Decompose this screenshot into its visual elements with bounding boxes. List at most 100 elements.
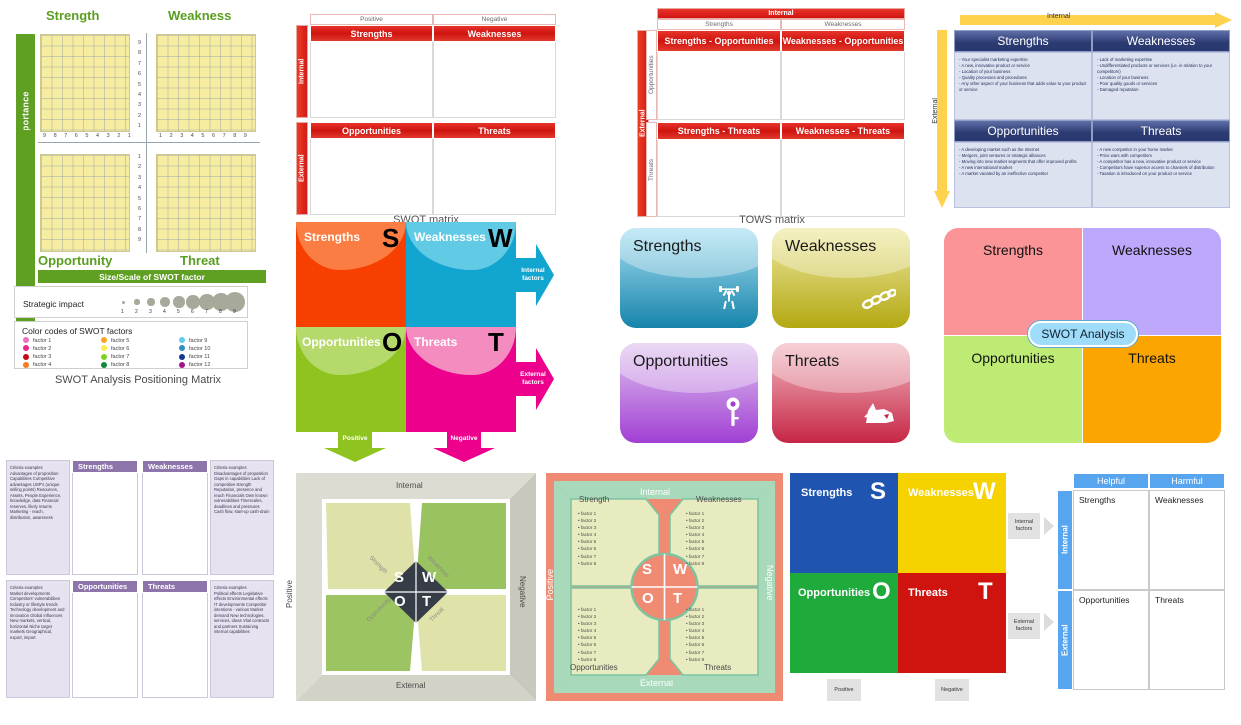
pm-tick: 4	[190, 133, 194, 139]
fw-factors-threats: • factor 1 • factor 2 • factor 3 • factor 4…	[686, 606, 704, 663]
pm-y-axis	[146, 33, 147, 253]
criteria-body-threats[interactable]	[142, 580, 208, 698]
fw-factor-item: • factor 5	[578, 635, 597, 641]
fw-factor-item: • factor 3	[578, 621, 597, 627]
fw-factor-item: • factor 3	[686, 621, 705, 627]
fw-factor-item: • factor 5	[686, 635, 705, 641]
hh-cell-opportunities[interactable]: Opportunities	[1073, 590, 1149, 690]
fw-factor-item: • factor 7	[686, 553, 705, 559]
pastel-quadrant-weaknesses[interactable]: Weaknesses	[1083, 228, 1221, 335]
hh-cell-weaknesses[interactable]: Weaknesses	[1149, 490, 1225, 590]
pastel-label-strengths: Strengths	[983, 242, 1043, 258]
pw-letter-o: O	[394, 593, 406, 610]
fw-edge-negative: Negative	[765, 565, 775, 601]
pm-impact-dot	[173, 296, 185, 308]
pm-tick: 9	[138, 237, 142, 244]
blue-detailed-swot: Internal External Strengths Weaknesses O…	[932, 10, 1232, 210]
as-letter-t: T	[488, 327, 504, 357]
pm-tick: 8	[138, 50, 142, 57]
fw-factor-item: • factor 4	[686, 532, 705, 538]
criteria-opportunities: Criteria examples Market developments Co…	[6, 580, 70, 698]
pm-tick: 5	[85, 133, 89, 139]
pm-impact-dot-label: 5	[177, 309, 180, 315]
pw-letter-t: T	[422, 593, 432, 610]
pm-tick: 6	[138, 71, 142, 78]
arrow-swot-diagram: Strengths S Weaknesses W Opportunities O…	[296, 222, 554, 462]
fw-factor-item: • factor 2	[578, 614, 597, 620]
hh-row-header-internal: Internal	[1057, 490, 1073, 590]
sm-cell-header-opportunities: Opportunities	[310, 122, 433, 139]
as-label-opportunities: Opportunities	[302, 335, 381, 349]
pm-legend-swatch	[23, 353, 29, 360]
pm-title-opportunity: Opportunity	[38, 253, 113, 268]
criteria-body-opportunities[interactable]	[72, 580, 138, 698]
pm-tick: 1	[127, 133, 131, 139]
pm-legend-swatch	[101, 361, 107, 368]
tm-col-header-strengths: Strengths	[657, 19, 781, 30]
bs-list-item: - Damaged reputation	[1097, 87, 1139, 93]
fw-factor-item: • factor 2	[578, 518, 597, 524]
bs-left-arrow-label: External	[932, 98, 939, 124]
tile-threats[interactable]: Threats	[772, 343, 910, 443]
pastel-quadrant-opportunities[interactable]: Opportunities	[944, 336, 1082, 443]
bs-list-item: - Undifferentiated products or services …	[1097, 63, 1213, 75]
as-arrow-label-external: External factors	[520, 371, 546, 386]
criteria-header-threats: Threats	[142, 580, 208, 593]
fw-factor-item: • factor 5	[686, 539, 705, 545]
pastel-label-weaknesses: Weaknesses	[1112, 242, 1192, 258]
dog-icon	[862, 401, 896, 433]
pm-x-axis	[38, 142, 260, 143]
pm-legend-swatch	[23, 361, 29, 368]
pm-tick: 1	[138, 123, 142, 130]
as-arrow-label-internal: Internal factors	[521, 267, 545, 282]
fw-factor-item: • factor 8	[578, 560, 597, 566]
pm-legend-label: factor 2	[33, 345, 52, 352]
fw-letter-t: T	[673, 590, 683, 607]
fw-letter-w: W	[673, 561, 688, 578]
sm-col-header-positive: Positive	[310, 14, 433, 25]
pm-legend-label: factor 11	[189, 354, 210, 361]
bs-body-threats: - A new competitor in your home market - …	[1092, 142, 1230, 208]
ps-tag-external: External factors	[1008, 613, 1040, 639]
sm-cell-header-threats: Threats	[433, 122, 556, 139]
pm-impact-dot-label: 8	[219, 309, 222, 315]
criteria-body-strengths[interactable]	[72, 460, 138, 575]
pm-impact-dot-label: 6	[191, 309, 194, 315]
as-letter-w: W	[488, 223, 513, 253]
swot-factor-wheel: Strength Weaknesses Opportunities Threat…	[545, 473, 783, 701]
tile-opportunities[interactable]: Opportunities	[620, 343, 758, 443]
hh-col-header-helpful: Helpful	[1073, 473, 1149, 489]
criteria-header-opportunities: Opportunities	[72, 580, 138, 593]
fw-edge-internal: Internal	[640, 487, 671, 497]
pm-title-weakness: Weakness	[168, 8, 232, 23]
fw-letter-s: S	[642, 561, 653, 578]
pm-impact-dot-label: 9	[233, 309, 236, 315]
ps-label-weaknesses: Weaknesses	[908, 487, 974, 499]
pastel-quadrant-strengths[interactable]: Strengths	[944, 228, 1082, 335]
criteria-text: Disadvantages of proposition Gaps in cap…	[214, 470, 270, 515]
pastel-quadrant-threats[interactable]: Threats	[1083, 336, 1221, 443]
as-label-strengths: Strengths	[304, 230, 361, 244]
tile-strengths[interactable]: Strengths	[620, 228, 758, 328]
pastel-center-badge[interactable]: SWOT Analysis	[1028, 321, 1138, 347]
fw-title-threats: Threats	[704, 663, 732, 672]
bs-header-strengths: Strengths	[954, 30, 1092, 52]
fw-factor-item: • factor 7	[686, 649, 705, 655]
pm-tick: 2	[138, 112, 142, 119]
hh-cell-threats[interactable]: Threats	[1149, 590, 1225, 690]
tile-label-opportunities: Opportunities	[633, 353, 729, 370]
criteria-header-weaknesses: Weaknesses	[142, 460, 208, 473]
fw-factors-opportunities: • factor 1 • factor 2 • factor 3 • factor 4…	[578, 606, 596, 663]
ps-letter-t: T	[978, 578, 993, 605]
criteria-body-weaknesses[interactable]	[142, 460, 208, 575]
bs-body-strengths: - Your specialist marketing expertise - A…	[954, 52, 1092, 120]
pm-tick: 2	[117, 133, 121, 139]
bs-list-item: - Taxation is introduced on your product…	[1097, 171, 1192, 177]
tile-weaknesses[interactable]: Weaknesses	[772, 228, 910, 328]
pm-impact-dot	[134, 299, 140, 305]
fw-factor-item: • factor 4	[686, 628, 705, 634]
hh-cell-strengths[interactable]: Strengths	[1073, 490, 1149, 590]
criteria-weaknesses: Criteria examples Disadvantages of propo…	[210, 460, 274, 575]
pm-legend-label: factor 9	[189, 337, 208, 344]
pm-legend-label: factor 12	[189, 362, 211, 369]
